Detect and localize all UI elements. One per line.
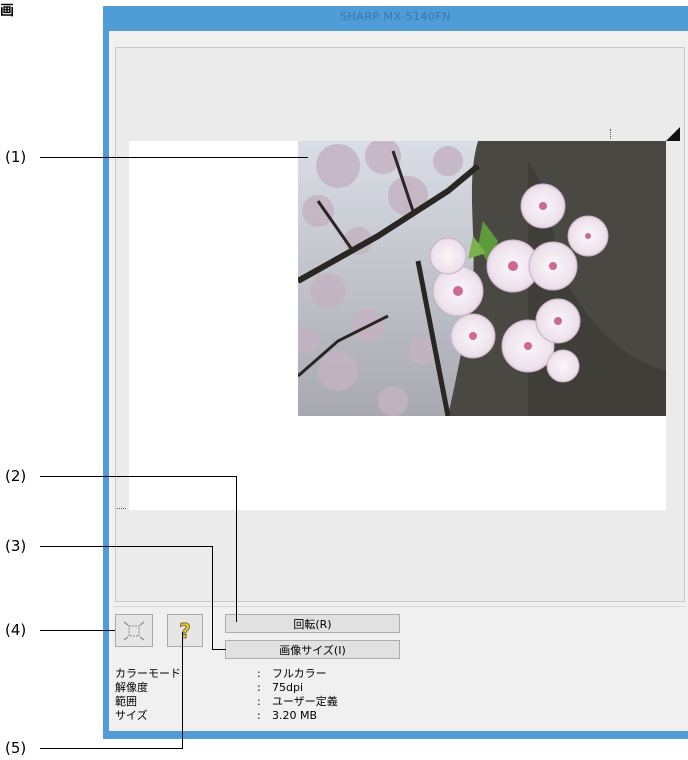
image-size-button[interactable]: 画像サイズ(I) <box>225 640 400 659</box>
corner-marker-icon <box>666 127 680 141</box>
page-heading-fragment: 画 <box>0 3 14 19</box>
callout-2-line <box>236 476 237 622</box>
info-row-range: 範囲 <box>115 695 137 708</box>
info-value: フルカラー <box>272 667 327 680</box>
callout-4-line <box>40 630 115 631</box>
callout-1: (1) <box>5 148 27 166</box>
info-row-size: サイズ <box>115 709 148 722</box>
callout-3-line <box>40 546 213 547</box>
callout-3: (3) <box>5 537 27 555</box>
info-row-resolution: 解像度 <box>115 681 148 694</box>
callout-4: (4) <box>5 621 27 639</box>
bottom-separator <box>113 606 686 607</box>
help-question-icon: ? <box>179 619 191 643</box>
preview-area-icon <box>123 621 145 640</box>
rotate-button[interactable]: 回転(R) <box>225 614 400 633</box>
help-button[interactable]: ? <box>167 614 203 647</box>
callout-5-line <box>40 748 183 749</box>
ruler-tick-top <box>610 129 612 139</box>
info-value: 75dpi <box>272 681 304 694</box>
callout-3-line <box>212 649 226 650</box>
info-value: ユーザー定義 <box>272 695 338 708</box>
ruler-tick-left <box>117 508 126 510</box>
info-label: 解像度 <box>115 681 148 694</box>
info-row-color-mode: カラーモード <box>115 667 181 680</box>
window-title: SHARP MX-5140FN <box>339 10 452 23</box>
info-label: カラーモード <box>115 667 181 680</box>
info-sep: : <box>257 709 261 722</box>
info-value: 3.20 MB <box>272 709 318 722</box>
info-label: 範囲 <box>115 695 137 708</box>
callout-2: (2) <box>5 467 27 485</box>
callout-2-line <box>40 476 237 477</box>
info-label: サイズ <box>115 709 148 722</box>
preview-area-button[interactable] <box>115 614 153 647</box>
callout-5: (5) <box>5 739 27 757</box>
svg-text:?: ? <box>179 619 191 643</box>
info-sep: : <box>257 695 261 708</box>
callout-1-line <box>40 157 308 158</box>
callout-5-line <box>182 632 183 749</box>
info-sep: : <box>257 681 261 694</box>
info-sep: : <box>257 667 261 680</box>
scanned-image-preview[interactable] <box>298 141 666 416</box>
callout-3-line <box>212 546 213 650</box>
